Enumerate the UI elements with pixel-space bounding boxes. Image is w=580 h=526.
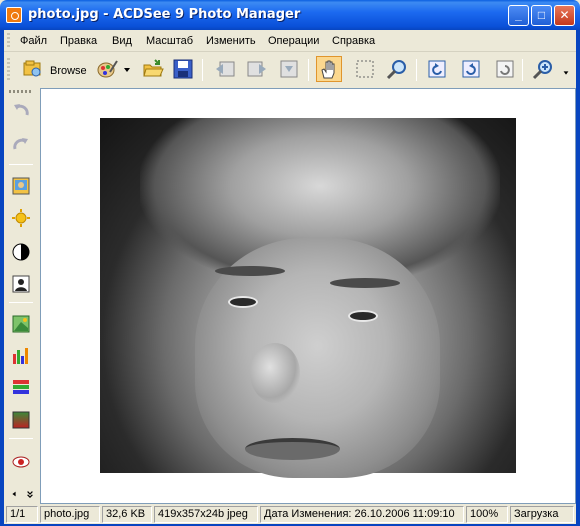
photo-nose [250, 343, 300, 403]
chevron-down-icon[interactable] [120, 56, 134, 82]
previous-icon[interactable] [212, 56, 238, 82]
gradient-icon[interactable] [9, 408, 33, 432]
menu-bar: Файл Правка Вид Масштаб Изменить Операци… [4, 30, 576, 52]
edit-sidebar [4, 88, 38, 504]
toolbar-separator [202, 59, 203, 81]
redo-icon[interactable] [9, 132, 33, 156]
edit-icon[interactable] [94, 56, 120, 82]
red-eye-icon[interactable] [9, 450, 33, 474]
sidebar-grip[interactable] [9, 90, 33, 93]
status-dimensions: 419x357x24b jpeg [154, 506, 258, 523]
rotate-left-icon[interactable] [424, 56, 450, 82]
close-button[interactable]: ✕ [554, 5, 575, 26]
zoom-icon[interactable] [384, 56, 410, 82]
next-icon[interactable] [244, 56, 270, 82]
toolbar-separator [416, 59, 417, 81]
fit-icon[interactable] [276, 56, 302, 82]
zoom-in-icon[interactable] [530, 56, 556, 82]
status-zoom: 100% [466, 506, 508, 523]
curves-icon[interactable] [9, 376, 33, 400]
toolbar-overflow-icon[interactable] [560, 56, 572, 82]
menu-view[interactable]: Вид [112, 35, 132, 47]
menu-file[interactable]: Файл [20, 35, 47, 47]
sidebar-separator [9, 438, 33, 439]
photo-brow-right [330, 278, 400, 288]
toolbar-separator [522, 59, 523, 81]
menu-grip[interactable] [7, 33, 10, 49]
select-icon[interactable] [352, 56, 378, 82]
status-modified-date: Дата Изменения: 26.10.2006 11:09:10 [260, 506, 464, 523]
status-loading: Загрузка [510, 506, 574, 523]
rotate-right-icon[interactable] [458, 56, 484, 82]
window-title: photo.jpg - ACDSee 9 Photo Manager [28, 7, 301, 22]
contrast-icon[interactable] [9, 240, 33, 264]
minimize-button[interactable]: _ [508, 5, 529, 26]
save-icon[interactable] [170, 56, 196, 82]
flip-icon[interactable] [492, 56, 518, 82]
title-bar[interactable]: photo.jpg - ACDSee 9 Photo Manager _ □ ✕ [0, 0, 580, 30]
sidebar-separator [9, 164, 33, 165]
maximize-button[interactable]: □ [531, 5, 552, 26]
toolbar-separator [308, 59, 309, 81]
app-icon[interactable] [6, 7, 22, 23]
levels-icon[interactable] [9, 344, 33, 368]
window-border-right [576, 30, 580, 526]
photo-eye-right [348, 310, 378, 322]
undo-icon[interactable] [9, 98, 33, 122]
photo-image[interactable] [100, 118, 516, 478]
menu-help[interactable]: Справка [332, 35, 375, 47]
browse-button-label[interactable]: Browse [50, 65, 87, 77]
photo-mouth [245, 438, 340, 460]
photo-brow-left [215, 266, 285, 276]
color-icon[interactable] [9, 312, 33, 336]
menu-modify[interactable]: Изменить [206, 35, 256, 47]
main-toolbar: Browse [4, 53, 576, 87]
menu-edit[interactable]: Правка [60, 35, 97, 47]
shadows-icon[interactable] [9, 272, 33, 296]
menu-operations[interactable]: Операции [268, 35, 319, 47]
sidebar-scroll-left-icon[interactable] [9, 482, 19, 506]
hand-icon[interactable] [316, 56, 342, 82]
browse-icon[interactable] [20, 56, 46, 82]
status-bar: 1/1 photo.jpg 32,6 KB 419x357x24b jpeg Д… [4, 505, 576, 524]
image-viewer[interactable] [40, 88, 576, 504]
menu-zoom[interactable]: Масштаб [146, 35, 193, 47]
status-index: 1/1 [6, 506, 38, 523]
status-filename: photo.jpg [40, 506, 100, 523]
status-filesize: 32,6 KB [102, 506, 152, 523]
photo-repair-icon[interactable] [9, 174, 33, 198]
sidebar-overflow-icon[interactable] [24, 482, 36, 506]
sidebar-separator [9, 302, 33, 303]
toolbar-grip[interactable] [7, 58, 10, 82]
exposure-icon[interactable] [9, 206, 33, 230]
open-folder-icon[interactable] [140, 56, 166, 82]
photo-eye-left [228, 296, 258, 308]
